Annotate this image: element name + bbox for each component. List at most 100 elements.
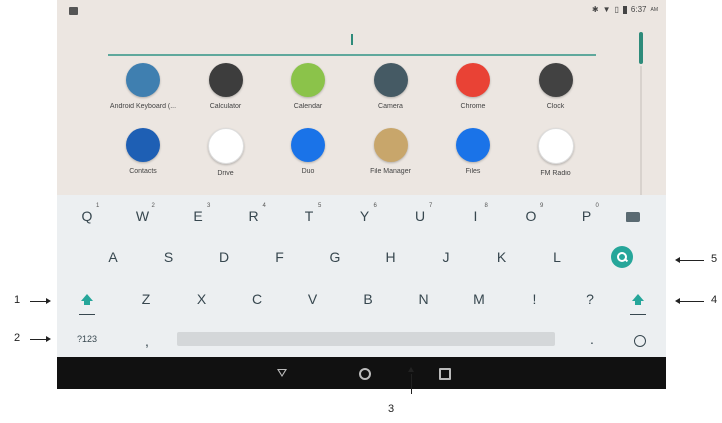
comma-key[interactable]: , <box>132 333 162 349</box>
callout-4: 4 <box>711 294 718 306</box>
callout-3: 3 <box>388 403 395 415</box>
key-f[interactable]: F <box>265 249 295 265</box>
key-v[interactable]: V <box>298 291 328 307</box>
app-launcher-file-manager[interactable]: File Manager <box>351 128 431 175</box>
key-c[interactable]: C <box>242 291 272 307</box>
app-label: Camera <box>378 103 403 110</box>
callout-5: 5 <box>711 253 718 265</box>
camera-app-icon <box>373 63 408 97</box>
key-exclamation[interactable]: ! <box>520 291 550 307</box>
app-label: Drive <box>217 170 234 177</box>
app-launcher-fm-radio[interactable]: FM Radio <box>516 128 596 177</box>
key-b[interactable]: B <box>353 291 383 307</box>
key-o[interactable]: O <box>516 208 546 224</box>
app-launcher-clock[interactable]: Clock <box>516 63 596 110</box>
app-drawer-scrollbar[interactable] <box>639 32 643 64</box>
clock-time: 6:37 <box>630 5 647 14</box>
clock-ampm: AM <box>650 6 659 13</box>
chrome-app-icon <box>456 63 490 97</box>
callout-1: 1 <box>14 294 21 306</box>
recents-icon[interactable] <box>439 368 451 380</box>
key-hint: 5 <box>318 203 322 209</box>
app-launcher-calculator[interactable]: Calculator <box>186 63 266 110</box>
search-key[interactable] <box>611 246 633 268</box>
emoji-icon[interactable] <box>634 335 646 347</box>
calculator-app-icon <box>208 63 243 97</box>
key-hint: 2 <box>151 203 155 209</box>
status-icons: ✱ ▼ ▯ 6:37 AM <box>592 5 658 14</box>
space-bar[interactable] <box>177 332 555 346</box>
search-cursor <box>351 34 353 45</box>
app-launcher-contacts[interactable]: Contacts <box>103 128 183 175</box>
app-label: File Manager <box>370 168 411 175</box>
key-a[interactable]: A <box>98 249 128 265</box>
callout-2: 2 <box>14 332 21 344</box>
key-hint: 6 <box>373 203 377 209</box>
key-r[interactable]: R <box>239 208 269 224</box>
back-icon[interactable] <box>277 369 287 377</box>
file-manager-app-icon <box>373 128 408 162</box>
period-key[interactable]: . <box>577 331 607 347</box>
keyboard-app-icon <box>126 63 160 97</box>
app-label: Files <box>465 168 481 175</box>
app-label: Duo <box>301 168 315 175</box>
app-label: FM Radio <box>540 170 571 177</box>
right-shift-icon[interactable] <box>632 294 644 305</box>
key-s[interactable]: S <box>154 249 184 265</box>
key-hint: 3 <box>207 203 211 209</box>
key-t[interactable]: T <box>294 208 324 224</box>
key-question[interactable]: ? <box>575 291 605 307</box>
key-g[interactable]: G <box>320 249 350 265</box>
left-shift-icon[interactable] <box>81 294 93 305</box>
key-e[interactable]: E <box>183 208 213 224</box>
key-y[interactable]: Y <box>350 208 380 224</box>
key-hint: 0 <box>595 203 599 209</box>
fm-radio-app-icon <box>537 128 574 164</box>
duo-app-icon <box>291 128 325 162</box>
app-launcher-drive[interactable]: Drive <box>186 128 266 177</box>
no-sim-icon: ▯ <box>614 5 619 14</box>
tablet-screen: ✱ ▼ ▯ 6:37 AM Android Keyboard (... Calcu… <box>57 0 666 389</box>
key-d[interactable]: D <box>209 249 239 265</box>
battery-icon <box>622 5 627 14</box>
app-launcher-files[interactable]: Files <box>433 128 513 175</box>
contacts-app-icon <box>126 128 160 162</box>
app-label: Calculator <box>209 103 242 110</box>
key-w[interactable]: W <box>128 208 158 224</box>
key-hint: 9 <box>540 203 544 209</box>
key-q[interactable]: Q <box>72 208 102 224</box>
app-label: Contacts <box>129 168 157 175</box>
key-m[interactable]: M <box>464 291 494 307</box>
app-search-bar[interactable] <box>108 54 596 56</box>
symbols-key[interactable]: ?123 <box>72 334 102 344</box>
backspace-icon[interactable] <box>626 212 640 222</box>
app-label: Clock <box>546 103 565 110</box>
key-x[interactable]: X <box>187 291 217 307</box>
key-l[interactable]: L <box>542 249 572 265</box>
key-k[interactable]: K <box>487 249 517 265</box>
notification-icon <box>69 7 78 15</box>
app-launcher-camera[interactable]: Camera <box>351 63 431 110</box>
key-u[interactable]: U <box>405 208 435 224</box>
key-n[interactable]: N <box>409 291 439 307</box>
key-hint: 8 <box>484 203 488 209</box>
scrollbar-track <box>640 66 642 196</box>
status-bar: ✱ ▼ ▯ 6:37 AM <box>57 0 666 22</box>
on-screen-keyboard: Q1 W2 E3 R4 T5 Y6 U7 I8 O9 P0 A S D F G H J K L Z X C V B N M!?… <box>57 195 666 357</box>
clock-app-icon <box>538 63 573 97</box>
home-icon[interactable] <box>359 368 371 380</box>
app-launcher-chrome[interactable]: Chrome <box>433 63 513 110</box>
calendar-app-icon <box>291 63 325 97</box>
key-hint: 4 <box>262 203 266 209</box>
app-launcher-duo[interactable]: Duo <box>268 128 348 175</box>
key-i[interactable]: I <box>461 208 491 224</box>
app-launcher-keyboard[interactable]: Android Keyboard (... <box>103 63 183 110</box>
drive-app-icon <box>207 128 244 164</box>
key-z[interactable]: Z <box>131 291 161 307</box>
key-p[interactable]: P <box>572 208 602 224</box>
app-label: Chrome <box>460 103 486 110</box>
app-launcher-calendar[interactable]: Calendar <box>268 63 348 110</box>
navigation-bar <box>57 357 666 389</box>
key-h[interactable]: H <box>376 249 406 265</box>
key-j[interactable]: J <box>431 249 461 265</box>
